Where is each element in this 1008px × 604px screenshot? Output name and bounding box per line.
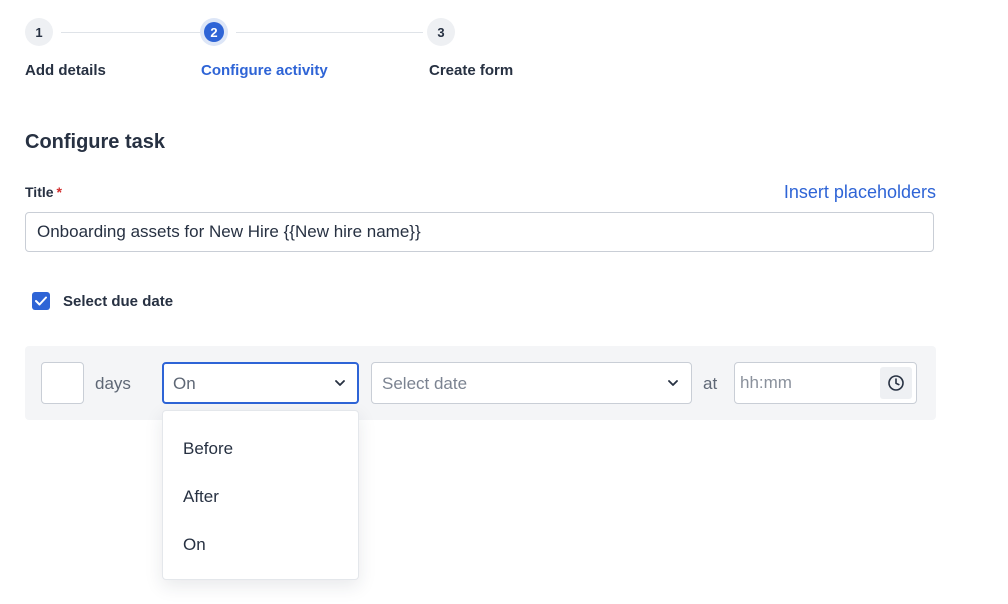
clock-icon — [888, 375, 904, 391]
step-3-number: 3 — [437, 24, 445, 40]
menu-option-before[interactable]: Before — [163, 427, 358, 471]
relation-select[interactable]: On — [162, 362, 359, 404]
due-date-panel: days On Select date at — [25, 346, 936, 420]
days-input[interactable] — [41, 362, 84, 404]
days-label: days — [95, 374, 131, 393]
menu-option-on[interactable]: On — [163, 523, 358, 567]
step-2-indicator[interactable]: 2 — [200, 18, 228, 46]
insert-placeholders-link[interactable]: Insert placeholders — [784, 182, 936, 203]
title-label-text: Title — [25, 184, 54, 200]
at-label: at — [703, 374, 718, 393]
step-1-indicator[interactable]: 1 — [25, 18, 53, 46]
required-indicator: * — [56, 184, 62, 200]
due-date-checkbox-label: Select due date — [63, 292, 174, 310]
step-2-label[interactable]: Configure activity — [201, 62, 328, 79]
step-connector — [61, 32, 201, 33]
step-3-indicator[interactable]: 3 — [427, 18, 455, 46]
step-connector — [236, 32, 423, 33]
step-3-label[interactable]: Create form — [429, 62, 513, 79]
relation-select-value: On — [173, 374, 196, 393]
chevron-down-icon — [668, 380, 678, 386]
step-1-number: 1 — [35, 24, 43, 40]
chevron-down-icon — [335, 380, 345, 386]
title-field-label: Title * — [25, 184, 62, 200]
time-input[interactable] — [735, 363, 875, 403]
configure-task-page: 1 Add details 2 Configure activity 3 Cre… — [0, 0, 1008, 604]
menu-option-after[interactable]: After — [163, 475, 358, 519]
step-1-label[interactable]: Add details — [25, 62, 106, 79]
due-date-checkbox[interactable] — [32, 292, 50, 310]
time-field — [734, 362, 917, 404]
relation-dropdown-menu: Before After On — [162, 410, 359, 580]
time-picker-button[interactable] — [880, 367, 912, 399]
select-due-date-toggle[interactable]: Select due date — [32, 292, 173, 310]
step-2-number: 2 — [204, 22, 224, 42]
check-icon — [35, 296, 47, 306]
title-input[interactable] — [25, 212, 934, 252]
stepper: 1 Add details 2 Configure activity 3 Cre… — [25, 18, 545, 88]
section-title: Configure task — [25, 131, 166, 153]
date-select[interactable]: Select date — [371, 362, 692, 404]
date-select-placeholder: Select date — [382, 374, 468, 393]
